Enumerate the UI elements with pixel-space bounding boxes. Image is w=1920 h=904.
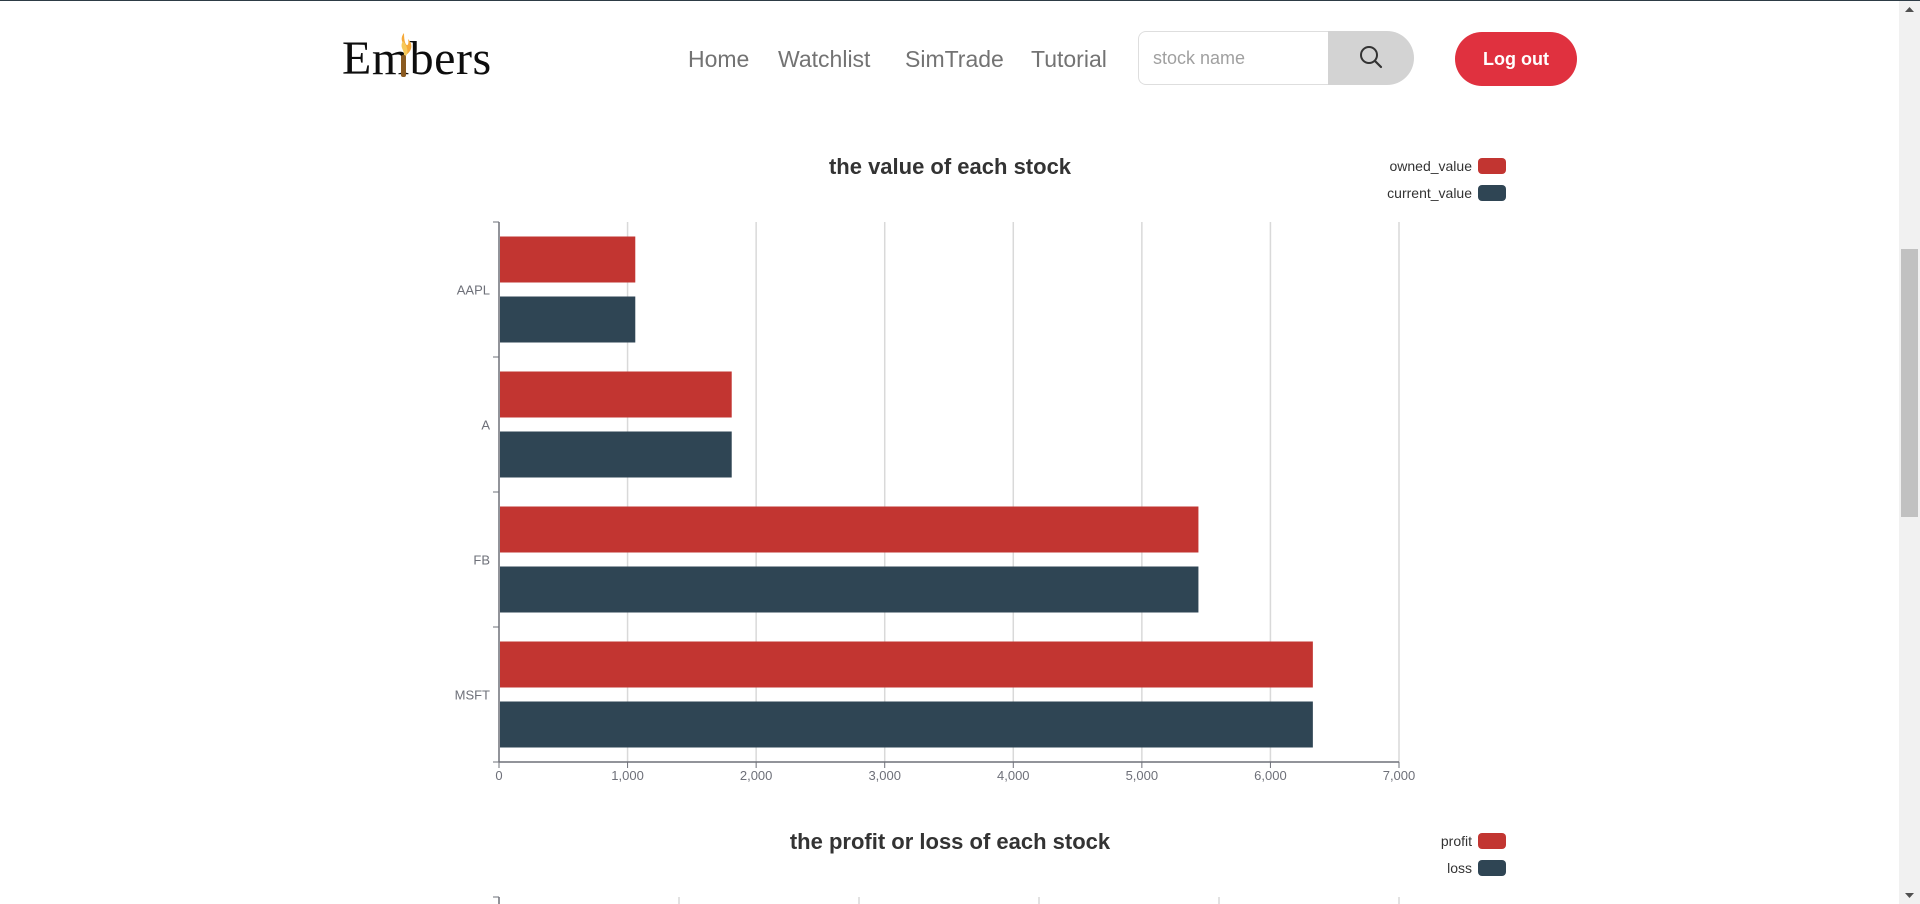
bar-current_value-msft [500, 701, 1313, 748]
x-tick-label: 4,000 [997, 768, 1030, 783]
x-tick-label: 2,000 [740, 768, 773, 783]
x-tick-label: 3,000 [868, 768, 901, 783]
legend-label-current_value: current_value [1387, 185, 1472, 201]
stock-value-chart: the value of each stock 0 1,000 2,000 3,000 4… [455, 154, 1506, 904]
bar-current_value-a [500, 431, 732, 478]
bar-owned_value-aapl [500, 236, 636, 283]
scroll-up-arrow-icon[interactable] [1904, 5, 1915, 13]
legend-swatch-owned_value [1478, 158, 1506, 174]
bar-current_value-fb [500, 566, 1199, 613]
chart-title: the profit or loss of each stock [790, 829, 1111, 854]
scrollbar-thumb[interactable] [1901, 249, 1918, 517]
bar-current_value-aapl [500, 296, 636, 343]
y-tick-label: MSFT [455, 688, 490, 703]
y-tick-label: FB [473, 553, 490, 568]
x-tick-label: 0 [495, 768, 502, 783]
legend-label-loss: loss [1447, 860, 1472, 876]
scroll-down-arrow-icon[interactable] [1904, 892, 1915, 900]
bar-owned_value-fb [500, 506, 1199, 553]
legend-swatch-profit [1478, 833, 1506, 849]
y-tick-label: AAPL [457, 283, 490, 298]
x-tick-label: 5,000 [1126, 768, 1159, 783]
legend-swatch-loss [1478, 860, 1506, 876]
bar-owned_value-a [500, 371, 732, 418]
legend-label-profit: profit [1441, 833, 1472, 849]
x-tick-label: 1,000 [611, 768, 644, 783]
x-tick-label: 6,000 [1254, 768, 1287, 783]
chart-title: the value of each stock [829, 154, 1072, 179]
x-tick-label: 7,000 [1383, 768, 1416, 783]
legend-label-owned_value: owned_value [1389, 158, 1472, 174]
bar-owned_value-msft [500, 641, 1313, 688]
legend-swatch-current_value [1478, 185, 1506, 201]
y-tick-label: A [481, 418, 490, 433]
